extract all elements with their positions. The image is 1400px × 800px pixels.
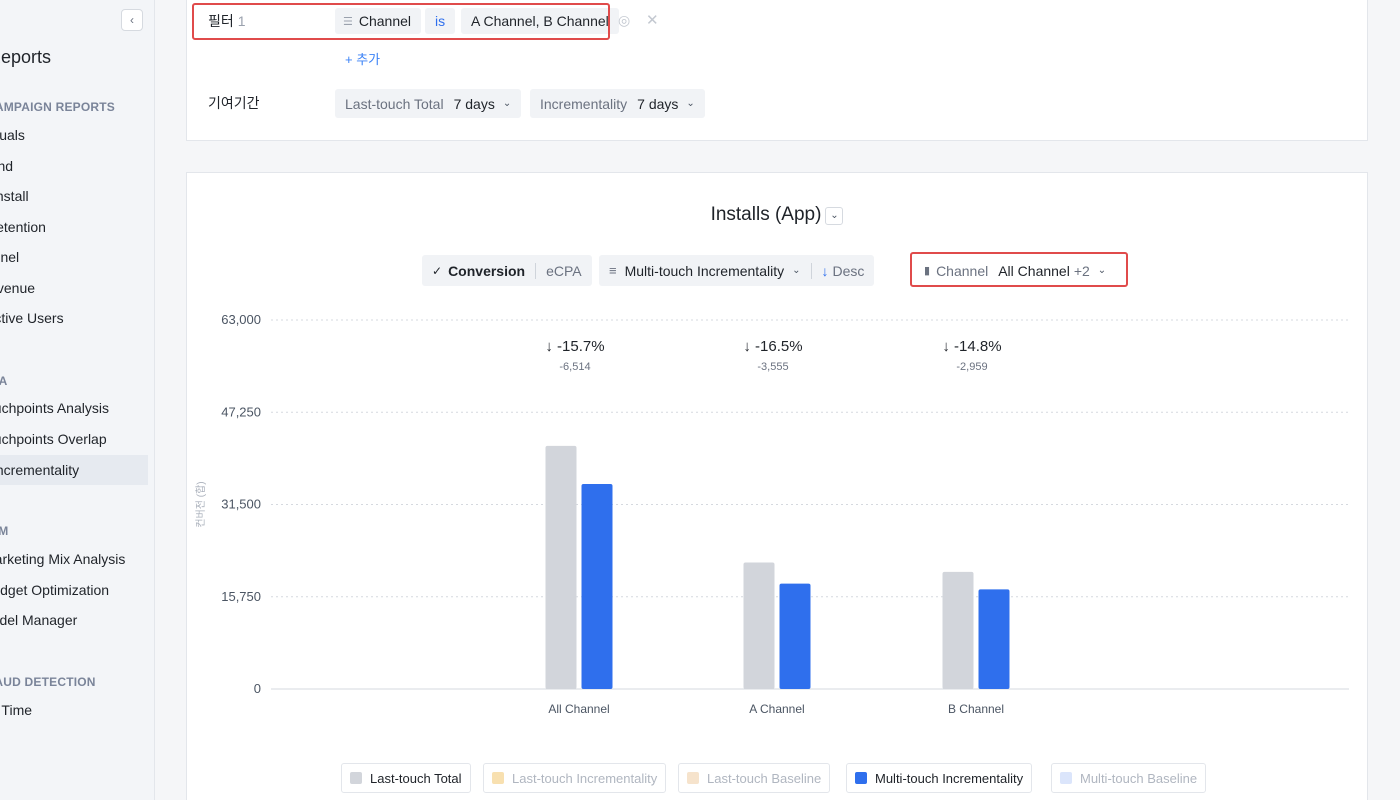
legend-label: Last-touch Baseline: [707, 770, 822, 786]
legend-swatch: [855, 772, 867, 784]
sidebar-item-model-manager[interactable]: Model Manager: [0, 605, 148, 635]
legend-swatch: [492, 772, 504, 784]
legend-label: Multi-touch Incrementality: [875, 770, 1024, 786]
legend-label: Last-touch Total: [370, 770, 462, 786]
sidebar-item-retention[interactable]: Retention: [0, 212, 148, 242]
collapse-sidebar-button[interactable]: ‹: [121, 9, 143, 31]
change-absolute: -6,514: [559, 361, 590, 373]
section-campaign-reports: CAMPAIGN REPORTS: [0, 100, 115, 114]
x-tick-label: B Channel: [948, 702, 1004, 716]
y-tick-label: 47,250: [221, 404, 261, 419]
change-percent: ↓ -16.5%: [743, 338, 802, 355]
sidebar-title: Reports: [0, 47, 52, 67]
legend-swatch: [1060, 772, 1072, 784]
legend-item[interactable]: Multi-touch Incrementality: [846, 763, 1033, 793]
sort-control: ≡ Multi-touch Incrementality ⌄ ↓ Desc: [599, 255, 875, 286]
legend-label: Multi-touch Baseline: [1080, 770, 1198, 786]
section-fraud-detection: FRAUD DETECTION: [0, 675, 96, 689]
remove-filter-icon[interactable]: ✕: [646, 11, 659, 29]
section-ta: TA: [0, 374, 8, 388]
sidebar-item-touchpoints-analysis[interactable]: Touchpoints Analysis: [0, 393, 148, 423]
sidebar-item-visuals[interactable]: Visuals: [0, 120, 148, 150]
legend-swatch: [687, 772, 699, 784]
y-tick-label: 63,000: [221, 312, 261, 327]
incrementality-window-select[interactable]: Incrementality 7 days ⌄: [530, 89, 705, 118]
metric-toggle: ✓ Conversion eCPA: [422, 255, 592, 286]
sidebar-item-trend[interactable]: Trend: [0, 151, 148, 181]
legend-label: Last-touch Incrementality: [512, 770, 658, 786]
sort-icon: ≡: [609, 263, 617, 278]
y-tick-label: 15,750: [221, 589, 261, 604]
hide-filter-icon[interactable]: ◎: [618, 12, 630, 29]
legend-swatch: [350, 772, 362, 784]
bar-multi-touch-incrementality[interactable]: [779, 583, 811, 689]
sidebar-item-channel[interactable]: Channel: [0, 242, 148, 272]
sidebar-item-install[interactable]: Install: [0, 181, 148, 211]
check-icon: ✓: [432, 263, 443, 278]
legend-item[interactable]: Last-touch Baseline: [678, 763, 831, 793]
y-axis-label: 컨버전 (합): [195, 481, 207, 527]
group-by-highlight: [910, 252, 1128, 287]
y-tick-label: 0: [254, 681, 261, 696]
bar-last-touch-total[interactable]: [942, 571, 974, 689]
bar-multi-touch-incrementality[interactable]: [978, 589, 1010, 689]
chevron-down-icon: ⌄: [502, 98, 512, 109]
sidebar-item-budget-optimization[interactable]: Budget Optimization: [0, 575, 148, 605]
x-tick-label: A Channel: [749, 702, 804, 716]
chart-panel: Installs (App) ⌄ ✓ Conversion eCPA ≡ Mult…: [186, 172, 1368, 800]
last-touch-window-select[interactable]: Last-touch Total 7 days ⌄: [335, 89, 522, 118]
bar-last-touch-total[interactable]: [545, 445, 577, 689]
change-percent: ↓ -15.7%: [545, 338, 604, 355]
arrow-down-icon: ↓: [821, 262, 829, 279]
sidebar-item-real-time[interactable]: Real Time: [0, 695, 148, 725]
sidebar-item-revenue[interactable]: Revenue: [0, 273, 148, 303]
chevron-left-icon: ‹: [130, 13, 134, 27]
bar-multi-touch-incrementality[interactable]: [581, 484, 613, 689]
attribution-window-label: 기여기간: [208, 95, 260, 111]
bar-last-touch-total[interactable]: [743, 562, 775, 689]
ecpa-option[interactable]: eCPA: [546, 263, 582, 279]
section-mm: MM: [0, 524, 8, 538]
legend-item[interactable]: Last-touch Incrementality: [483, 763, 667, 793]
conversion-option[interactable]: Conversion: [448, 263, 525, 279]
chevron-down-icon: ⌄: [686, 98, 695, 109]
add-filter-link[interactable]: + 추가: [345, 49, 380, 68]
change-percent: ↓ -14.8%: [942, 338, 1001, 355]
sidebar-item-marketing-mix-analysis[interactable]: Marketing Mix Analysis: [0, 544, 148, 574]
y-tick-label: 31,500: [221, 497, 261, 512]
bar-chart: 0 15,750 31,500 47,250 63,000 All Channel A C…: [195, 312, 1349, 716]
title-dropdown-button[interactable]: ⌄: [825, 207, 844, 225]
sort-direction-toggle[interactable]: Desc: [833, 263, 865, 279]
sidebar-item-active-users[interactable]: Active Users: [0, 303, 148, 333]
filter-panel: 필터 1 ☰ Channel is A Channel, B Channel ◎ …: [186, 0, 1368, 141]
change-absolute: -2,959: [956, 361, 987, 373]
sort-metric-select[interactable]: Multi-touch Incrementality: [625, 263, 785, 279]
legend-item[interactable]: Last-touch Total: [341, 763, 471, 793]
filter-highlight: [192, 3, 610, 40]
x-tick-label: All Channel: [548, 702, 609, 716]
change-absolute: -3,555: [757, 361, 788, 373]
sidebar: ‹ Reports CAMPAIGN REPORTS Visuals Trend…: [0, 0, 155, 800]
sidebar-item-incrementality[interactable]: Incrementality: [0, 455, 148, 485]
sidebar-item-touchpoints-overlap[interactable]: Touchpoints Overlap: [0, 424, 148, 454]
legend-item[interactable]: Multi-touch Baseline: [1051, 763, 1207, 793]
chart-title: Installs (App) ⌄: [187, 204, 1367, 226]
chevron-down-icon: ⌄: [792, 265, 801, 276]
